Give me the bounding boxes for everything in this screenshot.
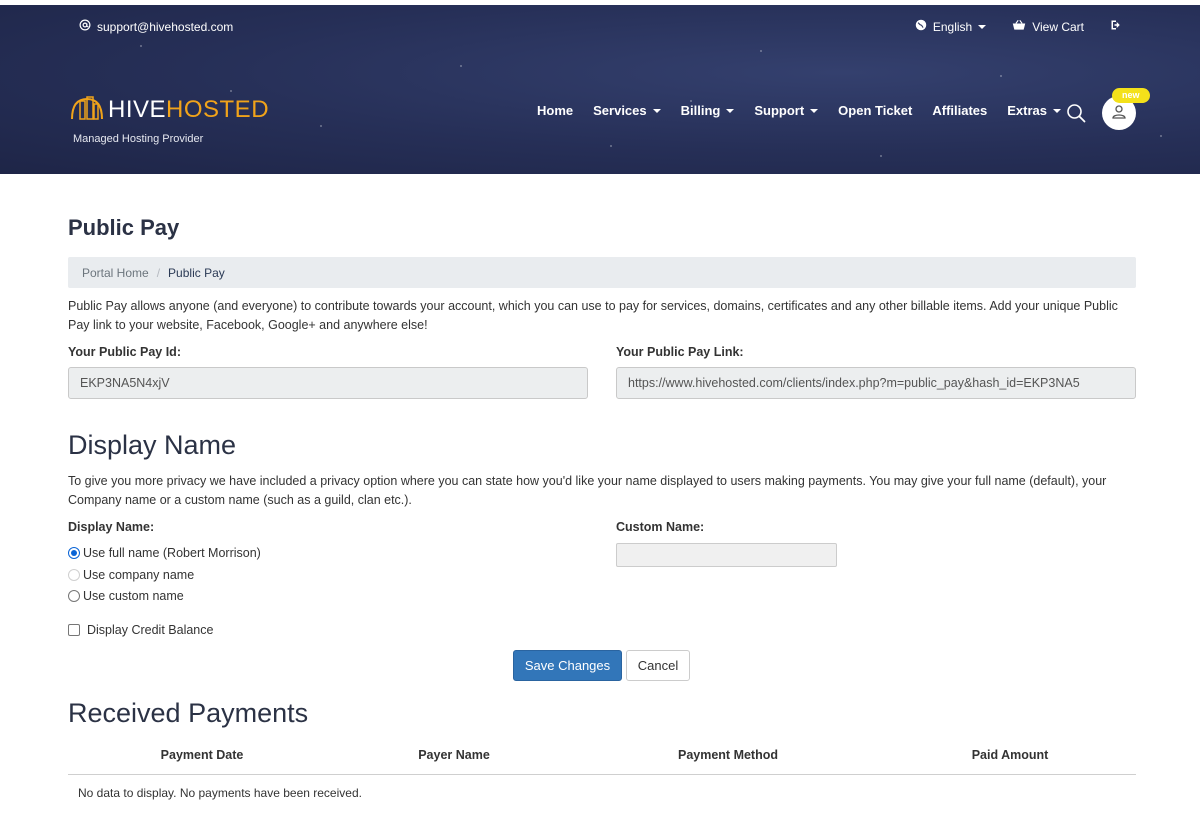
radio-button[interactable]: [68, 590, 80, 602]
main-nav: Home Services Billing Support Open Ticke…: [537, 103, 1062, 118]
column-header-paid-amount[interactable]: Paid Amount: [950, 748, 1070, 762]
table-divider: [68, 774, 1136, 775]
public-pay-intro: Public Pay allows anyone (and everyone) …: [68, 299, 1118, 332]
column-header-payment-date[interactable]: Payment Date: [140, 748, 264, 762]
nav-open-ticket[interactable]: Open Ticket: [838, 103, 912, 118]
display-name-label: Display Name:: [68, 520, 155, 534]
custom-name-input[interactable]: [616, 543, 837, 567]
nav-label: Extras: [1007, 103, 1048, 118]
logo-hosted-text: HOSTED: [166, 95, 270, 123]
at-icon: [79, 19, 91, 34]
save-changes-button[interactable]: Save Changes: [513, 650, 622, 681]
logout-button[interactable]: [1110, 19, 1122, 34]
logout-icon: [1110, 19, 1122, 34]
nav-home[interactable]: Home: [537, 103, 573, 118]
page-title: Public Pay: [68, 215, 180, 240]
radio-label: Use company name: [83, 568, 195, 582]
credit-balance-checkbox[interactable]: [68, 624, 80, 636]
public-pay-link-field[interactable]: https://www.hivehosted.com/clients/index…: [616, 367, 1136, 399]
radio-custom-name[interactable]: Use custom name: [68, 589, 184, 603]
nav-label: Affiliates: [932, 103, 988, 118]
support-email-link[interactable]: support@hivehosted.com: [79, 19, 233, 34]
column-header-payment-method[interactable]: Payment Method: [658, 748, 798, 762]
support-email: support@hivehosted.com: [97, 19, 234, 34]
public-pay-link-label: Your Public Pay Link:: [616, 345, 744, 359]
site-logo[interactable]: HIVEHOSTED: [70, 93, 269, 126]
radio-label: Use custom name: [83, 589, 184, 603]
view-cart-link[interactable]: View Cart: [1012, 19, 1084, 34]
language-selector[interactable]: English: [915, 19, 987, 34]
nav-label: Billing: [680, 103, 721, 118]
breadcrumb-home-link[interactable]: Portal Home: [82, 266, 149, 280]
nav-label: Home: [537, 103, 574, 118]
nav-label: Open Ticket: [838, 103, 913, 118]
nav-label: Services: [593, 103, 647, 118]
topbar-actions: English View Cart: [915, 19, 1122, 34]
radio-company-name[interactable]: Use company name: [68, 568, 194, 582]
public-pay-id-label: Your Public Pay Id:: [68, 345, 181, 359]
display-name-heading: Display Name: [68, 430, 237, 460]
radio-button[interactable]: [68, 547, 80, 559]
logo-wordmark: HIVEHOSTED: [108, 96, 269, 124]
nav-support[interactable]: Support: [754, 103, 819, 118]
breadcrumb-separator: /: [156, 265, 161, 280]
breadcrumb-current: Public Pay: [168, 265, 225, 280]
chevron-down-icon: [652, 108, 661, 113]
globe-icon: [915, 19, 927, 34]
radio-button[interactable]: [68, 569, 80, 581]
nav-extras[interactable]: Extras: [1007, 103, 1062, 118]
logo-hive-text: HIVE: [108, 95, 167, 123]
column-header-payer-name[interactable]: Payer Name: [393, 748, 515, 762]
chevron-down-icon: [978, 24, 987, 29]
breadcrumb: Portal Home / Public Pay: [68, 257, 1136, 288]
nav-billing[interactable]: Billing: [681, 103, 735, 118]
radio-label: Use full name (Robert Morrison): [83, 546, 261, 560]
display-name-description: To give you more privacy we have include…: [68, 474, 1107, 507]
empty-table-message: No data to display. No payments have bee…: [78, 786, 362, 800]
tagline: Managed Hosting Provider: [73, 133, 204, 145]
public-pay-id-field[interactable]: EKP3NA5N4xjV: [68, 367, 588, 399]
radio-full-name[interactable]: Use full name (Robert Morrison): [68, 546, 261, 560]
received-payments-heading: Received Payments: [68, 698, 309, 728]
nav-label: Support: [754, 103, 805, 118]
credit-balance-label: Display Credit Balance: [87, 623, 214, 637]
chevron-down-icon: [1053, 108, 1062, 113]
custom-name-label: Custom Name:: [616, 520, 705, 534]
cancel-button[interactable]: Cancel: [626, 650, 690, 681]
search-icon[interactable]: [1066, 103, 1086, 126]
hive-building-icon: [70, 93, 104, 126]
new-badge: new: [1112, 88, 1150, 103]
site-header: support@hivehosted.com English View Cart…: [0, 5, 1200, 174]
chevron-down-icon: [726, 108, 735, 113]
nav-affiliates[interactable]: Affiliates: [932, 103, 987, 118]
basket-icon: [1012, 19, 1026, 34]
display-credit-balance-option[interactable]: Display Credit Balance: [68, 623, 213, 637]
nav-services[interactable]: Services: [593, 103, 661, 118]
user-icon: [1111, 104, 1127, 123]
view-cart-label: View Cart: [1032, 19, 1084, 34]
language-label: English: [932, 19, 973, 34]
chevron-down-icon: [810, 108, 819, 113]
